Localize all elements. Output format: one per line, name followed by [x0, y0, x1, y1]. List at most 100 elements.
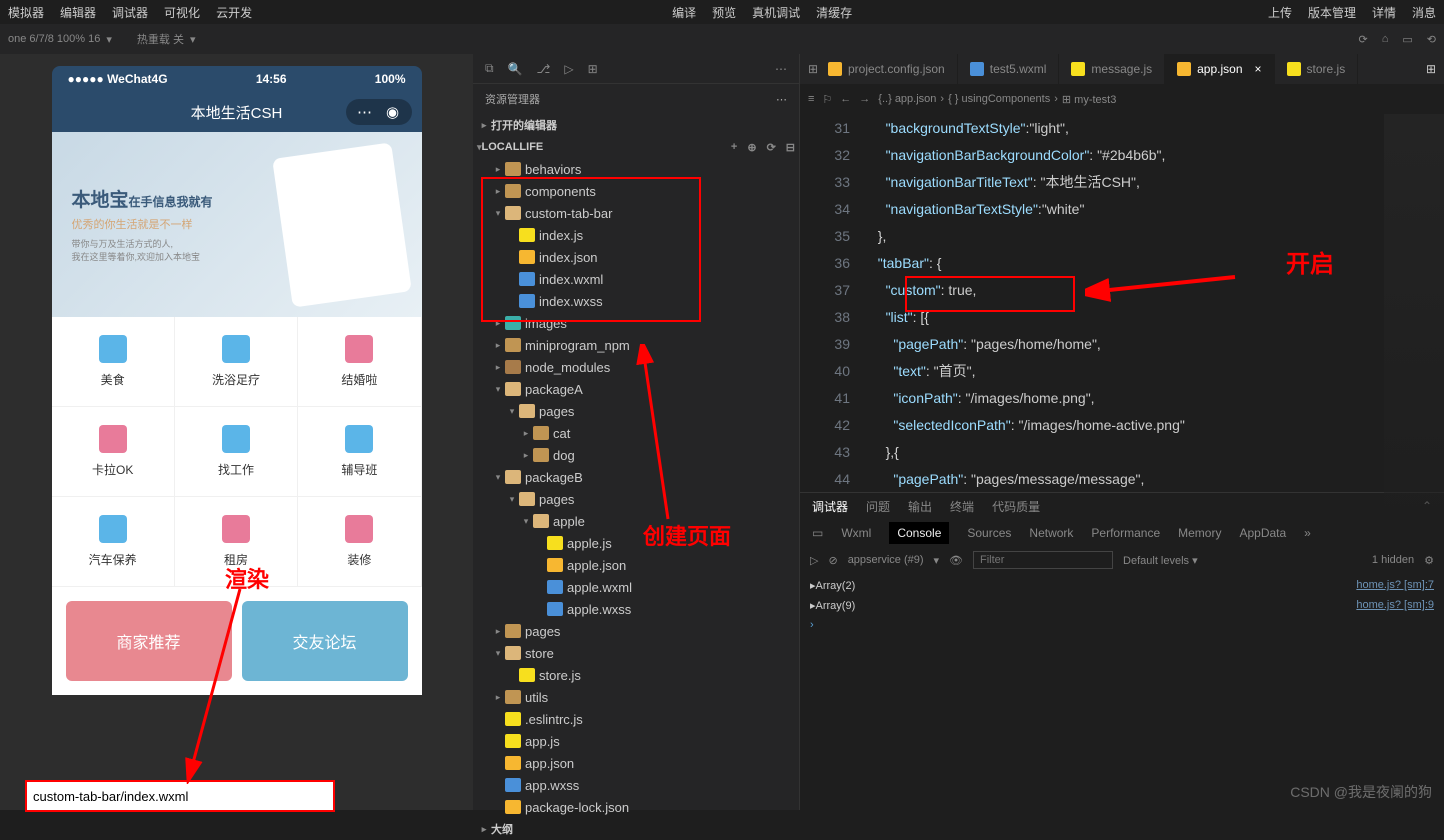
more-icon[interactable]: ⋯: [776, 93, 787, 106]
more-icon[interactable]: »: [1304, 526, 1311, 540]
tree-item[interactable]: ▾store: [473, 642, 799, 664]
outline-section[interactable]: ▸大纲: [473, 818, 799, 840]
editor-tab[interactable]: test5.wxml: [958, 54, 1060, 84]
console-row[interactable]: ▸Array(9)home.js? [sm]:9: [810, 595, 1434, 615]
grid-item[interactable]: 洗浴足疗: [175, 317, 298, 407]
devtools-tab[interactable]: Network: [1029, 526, 1073, 540]
tree-item[interactable]: app.json: [473, 752, 799, 774]
fwd-icon[interactable]: →: [859, 93, 870, 105]
tree-item[interactable]: ▸components: [473, 180, 799, 202]
rotate-icon[interactable]: ⟲: [1427, 33, 1436, 46]
refresh-icon[interactable]: ⟳: [1359, 33, 1368, 46]
close-icon[interactable]: ×: [1255, 62, 1262, 76]
list-icon[interactable]: ≡: [808, 93, 814, 105]
menu-item[interactable]: 清缓存: [816, 4, 852, 21]
menu-item[interactable]: 调试器: [112, 4, 148, 21]
new-file-icon[interactable]: +: [731, 141, 737, 154]
debug-tab[interactable]: 输出: [908, 498, 932, 515]
editor-tab[interactable]: store.js: [1275, 54, 1359, 84]
toggle-panel-icon[interactable]: ⊞: [800, 62, 816, 76]
levels-select[interactable]: Default levels ▾: [1123, 554, 1198, 567]
hot-reload[interactable]: 热重载 关: [137, 31, 184, 47]
tree-item[interactable]: apple.json: [473, 554, 799, 576]
breadcrumb-item[interactable]: { } usingComponents: [948, 93, 1050, 105]
new-folder-icon[interactable]: ⊕: [747, 141, 756, 154]
capsule[interactable]: ⋯ ◉: [346, 99, 412, 125]
menu-item[interactable]: 云开发: [216, 4, 252, 21]
ext-icon[interactable]: ⊞: [588, 62, 598, 76]
more-icon[interactable]: ⋯: [775, 62, 787, 76]
menu-item[interactable]: 预览: [712, 4, 736, 21]
context-select[interactable]: appservice (#9): [848, 554, 924, 566]
back-icon[interactable]: ←: [840, 93, 851, 105]
tree-item[interactable]: ▸pages: [473, 620, 799, 642]
breadcrumb-item[interactable]: ⊞ my-test3: [1062, 93, 1116, 106]
menu-item[interactable]: 真机调试: [752, 4, 800, 21]
grid-item[interactable]: 找工作: [175, 407, 298, 497]
files-icon[interactable]: ⧉: [485, 61, 494, 76]
project-section[interactable]: ▾LOCALLIFE +⊕⟳⊟: [473, 136, 799, 158]
tree-item[interactable]: index.wxml: [473, 268, 799, 290]
tree-item[interactable]: apple.js: [473, 532, 799, 554]
search-icon[interactable]: 🔍: [508, 62, 523, 76]
tree-item[interactable]: index.json: [473, 246, 799, 268]
debug-tab[interactable]: 终端: [950, 498, 974, 515]
menu-item[interactable]: 版本管理: [1308, 4, 1356, 21]
grid-item[interactable]: 汽车保养: [52, 497, 175, 587]
opened-editors-section[interactable]: ▸打开的编辑器: [473, 114, 799, 136]
menu-item[interactable]: 编辑器: [60, 4, 96, 21]
tree-item[interactable]: index.wxss: [473, 290, 799, 312]
tree-item[interactable]: store.js: [473, 664, 799, 686]
editor-tab[interactable]: project.config.json: [816, 54, 958, 84]
tree-item[interactable]: apple.wxss: [473, 598, 799, 620]
branch-icon[interactable]: ⎇: [537, 62, 551, 76]
grid-item[interactable]: 结婚啦: [298, 317, 421, 407]
collapse-icon[interactable]: ⊟: [786, 141, 795, 154]
editor-tab[interactable]: app.json×: [1165, 54, 1274, 84]
gear-icon[interactable]: ⚙: [1424, 554, 1434, 567]
split-icon[interactable]: ⊞: [1426, 62, 1444, 76]
tree-item[interactable]: apple.wxml: [473, 576, 799, 598]
filter-input[interactable]: [973, 551, 1113, 569]
devtools-tab[interactable]: Memory: [1178, 526, 1221, 540]
devtools-tab[interactable]: Performance: [1091, 526, 1160, 540]
code-area[interactable]: 31 "backgroundTextStyle":"light",32 "nav…: [800, 114, 1444, 492]
menu-item[interactable]: 详情: [1372, 4, 1396, 21]
debug-tab[interactable]: 问题: [866, 498, 890, 515]
dropdown-icon[interactable]: ▾: [934, 554, 940, 567]
menu-item[interactable]: 编译: [672, 4, 696, 21]
devtools-tab[interactable]: AppData: [1239, 526, 1286, 540]
tree-item[interactable]: ▸behaviors: [473, 158, 799, 180]
device-info[interactable]: one 6/7/8 100% 16: [8, 33, 100, 45]
grid-item[interactable]: 装修: [298, 497, 421, 587]
home-icon[interactable]: ⌂: [1382, 33, 1389, 46]
menu-item[interactable]: 可视化: [164, 4, 200, 21]
breadcrumb[interactable]: {..} app.json›{ } usingComponents›⊞ my-t…: [878, 93, 1116, 106]
tree-item[interactable]: app.wxss: [473, 774, 799, 796]
grid-item[interactable]: 美食: [52, 317, 175, 407]
clear-icon[interactable]: ⊘: [828, 554, 837, 567]
inspect-icon[interactable]: ▭: [812, 526, 823, 540]
devtools-tab[interactable]: Wxml: [841, 526, 871, 540]
tree-item[interactable]: index.js: [473, 224, 799, 246]
dropdown-icon[interactable]: ▾: [190, 33, 196, 46]
refresh-icon[interactable]: ⟳: [767, 141, 776, 154]
debug-tab[interactable]: 调试器: [812, 498, 848, 515]
tree-item[interactable]: package-lock.json: [473, 796, 799, 818]
play-icon[interactable]: ▷: [810, 554, 818, 567]
forum-tab[interactable]: 交友论坛: [242, 601, 408, 681]
tree-item[interactable]: ▸images: [473, 312, 799, 334]
breadcrumb-item[interactable]: {..} app.json: [878, 93, 936, 105]
devtools-tab[interactable]: Console: [889, 522, 949, 544]
device-icon[interactable]: ▭: [1402, 33, 1412, 46]
console-row[interactable]: ▸Array(2)home.js? [sm]:7: [810, 575, 1434, 595]
grid-item[interactable]: 辅导班: [298, 407, 421, 497]
tree-item[interactable]: app.js: [473, 730, 799, 752]
dropdown-icon[interactable]: ▾: [106, 33, 112, 46]
bookmark-icon[interactable]: ⚐: [822, 93, 832, 106]
tree-item[interactable]: ▸utils: [473, 686, 799, 708]
minimap[interactable]: [1384, 114, 1444, 544]
debug-icon[interactable]: ▷: [564, 62, 573, 76]
grid-item[interactable]: 卡拉OK: [52, 407, 175, 497]
devtools-tab[interactable]: Sources: [967, 526, 1011, 540]
